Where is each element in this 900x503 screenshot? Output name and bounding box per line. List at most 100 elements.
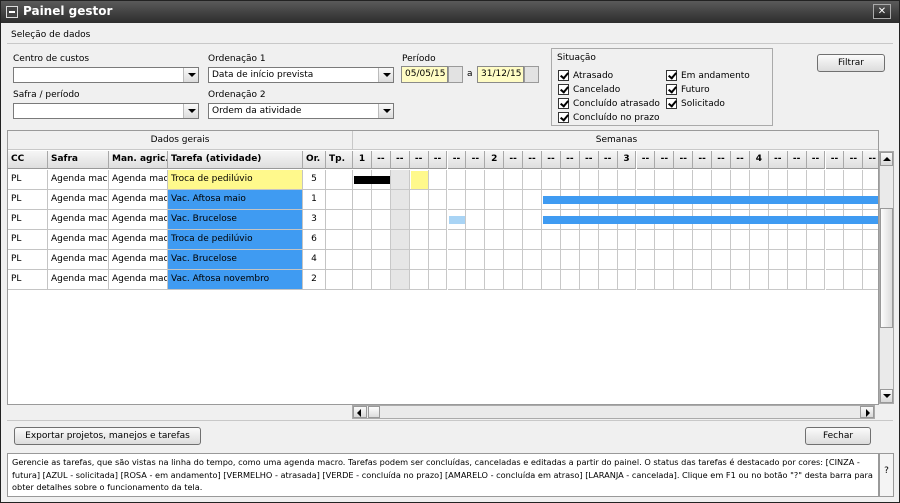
chevron-down-icon[interactable] (378, 104, 393, 118)
system-menu-icon[interactable] (6, 6, 18, 18)
scroll-right-icon[interactable] (860, 406, 874, 418)
timeline-cell[interactable] (806, 270, 826, 290)
timeline-cell[interactable] (371, 270, 391, 290)
timeline-cell[interactable] (806, 230, 826, 250)
timeline-bar[interactable] (448, 216, 466, 224)
timeline-cell[interactable] (542, 230, 561, 250)
header-col-manejo[interactable]: Man. agric. (109, 151, 168, 169)
table-cell-manejo[interactable]: Agenda macro (109, 170, 168, 190)
timeline-cell[interactable] (768, 270, 788, 290)
timeline-cell[interactable] (731, 250, 750, 270)
table-cell-ordem[interactable]: 6 (303, 230, 326, 250)
situacao-futuro-checkbox[interactable]: Futuro (666, 84, 710, 96)
timeline-cell[interactable] (390, 270, 410, 290)
close-button[interactable]: Fechar (805, 427, 871, 445)
timeline-cell[interactable] (447, 170, 467, 190)
timeline-cell[interactable] (598, 250, 618, 270)
cost-center-select[interactable] (13, 67, 199, 83)
timeline-cell[interactable] (428, 250, 448, 270)
timeline-cell[interactable] (504, 230, 524, 250)
timeline-cell[interactable] (712, 170, 731, 190)
filter-button[interactable]: Filtrar (817, 54, 885, 72)
timeline-cell[interactable] (447, 270, 467, 290)
timeline-cell[interactable] (825, 170, 845, 190)
timeline-cell[interactable] (466, 210, 486, 230)
table-cell-tipo[interactable] (326, 170, 353, 190)
table-cell-manejo[interactable]: Agenda macro (109, 210, 168, 230)
table-cell-tarefa[interactable]: Vac. Brucelose (168, 250, 303, 270)
table-cell-safra[interactable]: Agenda macro (48, 190, 109, 210)
timeline-cell[interactable] (523, 230, 542, 250)
header-col-ordem[interactable]: Or. (303, 151, 326, 169)
timeline-cell[interactable] (466, 190, 486, 210)
timeline-cell[interactable] (353, 270, 372, 290)
timeline-cell[interactable] (523, 250, 542, 270)
timeline-cell[interactable] (674, 230, 694, 250)
table-cell-cc[interactable]: PL (8, 230, 48, 250)
timeline-cell[interactable] (390, 250, 410, 270)
table-cell-ordem[interactable]: 5 (303, 170, 326, 190)
timeline-cell[interactable] (825, 270, 845, 290)
table-cell-tarefa[interactable]: Vac. Aftosa novembro (168, 270, 303, 290)
timeline-cell[interactable] (428, 170, 448, 190)
timeline-cell[interactable] (636, 250, 656, 270)
timeline-cell[interactable] (390, 170, 410, 190)
table-cell-ordem[interactable]: 4 (303, 250, 326, 270)
timeline-cell[interactable] (731, 170, 750, 190)
timeline-cell[interactable] (674, 170, 694, 190)
timeline-cell[interactable] (787, 250, 807, 270)
timeline-cell[interactable] (844, 170, 864, 190)
timeline-cell[interactable] (712, 230, 731, 250)
chevron-down-icon[interactable] (378, 68, 393, 82)
timeline-cell[interactable] (749, 230, 769, 250)
timeline-cell[interactable] (353, 210, 372, 230)
timeline-cell[interactable] (409, 190, 429, 210)
order1-select[interactable]: Data de início prevista (208, 67, 394, 83)
header-col-safra[interactable]: Safra (48, 151, 109, 169)
timeline-cell[interactable] (693, 250, 713, 270)
timeline-cell[interactable] (712, 250, 731, 270)
table-cell-manejo[interactable]: Agenda macro (109, 250, 168, 270)
timeline-cell[interactable] (693, 270, 713, 290)
timeline-cell[interactable] (447, 250, 467, 270)
table-cell-tipo[interactable] (326, 230, 353, 250)
table-cell-ordem[interactable]: 1 (303, 190, 326, 210)
export-button[interactable]: Exportar projetos, manejos e tarefas (14, 427, 201, 445)
period-start-field[interactable]: 05/05/15 (401, 66, 448, 83)
timeline-cell[interactable] (353, 250, 372, 270)
table-cell-cc[interactable]: PL (8, 250, 48, 270)
timeline-cell[interactable] (485, 230, 505, 250)
timeline-cell[interactable] (712, 270, 731, 290)
timeline-cell[interactable] (560, 250, 580, 270)
timeline-cell[interactable] (466, 270, 486, 290)
table-cell-safra[interactable]: Agenda macro (48, 230, 109, 250)
calendar-icon[interactable] (524, 66, 539, 83)
timeline-cell[interactable] (844, 230, 864, 250)
vertical-scrollbar[interactable] (879, 151, 894, 404)
timeline-cell[interactable] (749, 250, 769, 270)
timeline-cell[interactable] (693, 170, 713, 190)
timeline-cell[interactable] (617, 230, 637, 250)
timeline-cell[interactable] (693, 230, 713, 250)
timeline-cell[interactable] (579, 170, 599, 190)
timeline-cell[interactable] (579, 250, 599, 270)
timeline-cell[interactable] (636, 230, 656, 250)
close-window-button[interactable]: ✕ (873, 4, 891, 19)
timeline-cell[interactable] (504, 250, 524, 270)
header-col-tipo[interactable]: Tp. (326, 151, 353, 169)
timeline-cell[interactable] (579, 230, 599, 250)
timeline-cell[interactable] (466, 250, 486, 270)
timeline-cell[interactable] (353, 190, 372, 210)
timeline-cell[interactable] (655, 270, 675, 290)
timeline-cell[interactable] (768, 250, 788, 270)
chevron-down-icon[interactable] (183, 104, 198, 118)
timeline-cell[interactable] (504, 190, 524, 210)
table-cell-cc[interactable]: PL (8, 190, 48, 210)
timeline-cell[interactable] (768, 230, 788, 250)
timeline-cell[interactable] (806, 250, 826, 270)
timeline-cell[interactable] (598, 270, 618, 290)
timeline-cell[interactable] (466, 170, 486, 190)
timeline-cell[interactable] (409, 250, 429, 270)
timeline-cell[interactable] (428, 190, 448, 210)
table-cell-manejo[interactable]: Agenda macro (109, 230, 168, 250)
